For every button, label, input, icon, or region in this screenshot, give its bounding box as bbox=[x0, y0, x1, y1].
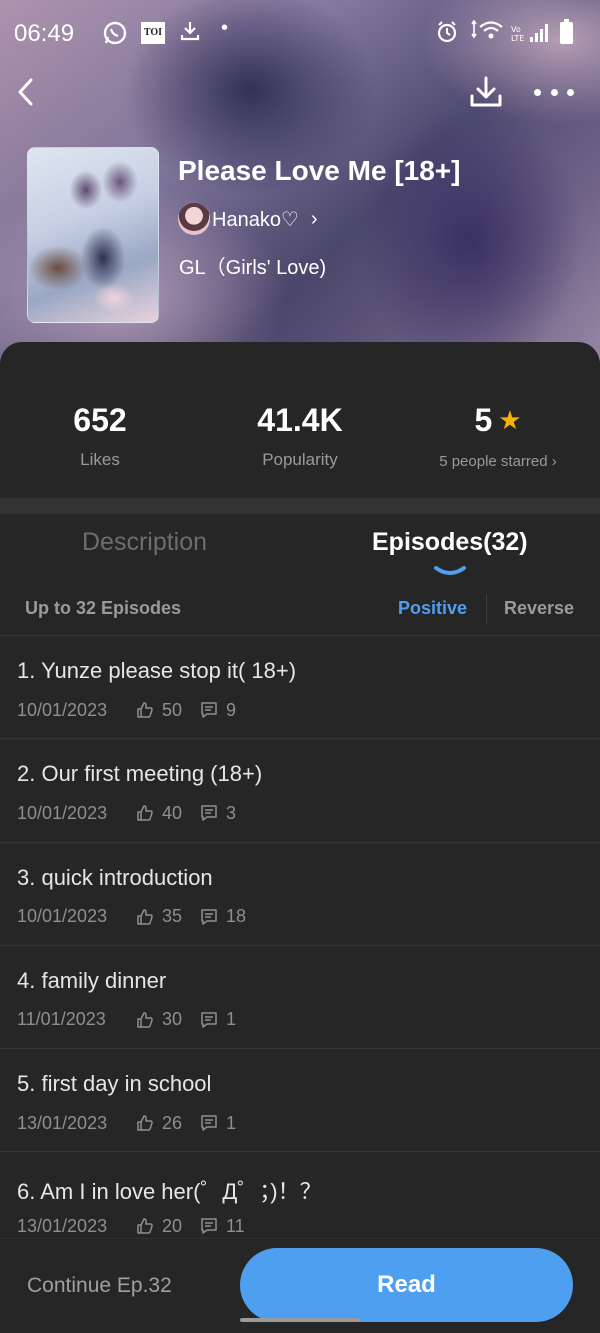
sort-reverse-button[interactable]: Reverse bbox=[504, 598, 574, 619]
tab-active-indicator bbox=[434, 566, 466, 575]
genre-label: GL（Girls' Love) bbox=[179, 257, 327, 279]
home-indicator[interactable] bbox=[240, 1318, 360, 1322]
episode-comments: 1 bbox=[226, 1112, 237, 1133]
episode-title: 6. Am I in love her(゜Д゜；)！？ bbox=[17, 1179, 322, 1205]
episode-comments: 9 bbox=[226, 699, 237, 720]
notification-dot: • bbox=[221, 17, 229, 39]
popularity-stat: 41.4K Popularity bbox=[200, 400, 400, 470]
comment-icon bbox=[201, 805, 217, 822]
comment-icon bbox=[201, 1218, 217, 1235]
status-time: 06:49 bbox=[14, 20, 75, 47]
episode-title: 4. family dinner bbox=[17, 967, 167, 993]
download-icon bbox=[470, 76, 502, 107]
episode-comments: 3 bbox=[226, 802, 237, 823]
episode-title: 5. first day in school bbox=[17, 1071, 212, 1097]
episode-date: 10/01/2023 bbox=[17, 906, 108, 927]
likes-label: Likes bbox=[80, 450, 120, 469]
likes-stat: 652 Likes bbox=[0, 400, 200, 470]
comment-icon bbox=[201, 1115, 217, 1131]
download-button[interactable] bbox=[468, 74, 504, 110]
episode-list: 1. Yunze please stop it( 18+) 10/01/2023… bbox=[0, 635, 600, 1255]
episode-title: 1. Yunze please stop it( 18+) bbox=[17, 658, 297, 683]
thumbs-up-icon bbox=[137, 702, 153, 718]
author-avatar bbox=[178, 203, 210, 235]
likes-value: 652 bbox=[73, 402, 127, 438]
list-item[interactable]: 3. quick introduction 10/01/2023 35 18 bbox=[0, 841, 600, 945]
toi-icon: TOI bbox=[141, 22, 165, 44]
comment-icon bbox=[201, 702, 217, 718]
episode-title: 2. Our first meeting (18+) bbox=[17, 761, 263, 787]
chevron-left-icon bbox=[18, 78, 33, 106]
episode-comments: 11 bbox=[226, 1215, 245, 1236]
cover-image[interactable] bbox=[27, 147, 159, 323]
list-item[interactable]: 1. Yunze please stop it( 18+) 10/01/2023… bbox=[0, 635, 600, 738]
episode-likes: 20 bbox=[162, 1215, 183, 1236]
comic-title: Please Love Me [18+] bbox=[178, 155, 461, 186]
tab-description[interactable]: Description bbox=[82, 528, 207, 564]
episode-date: 10/01/2023 bbox=[17, 699, 108, 720]
more-dot-icon bbox=[567, 88, 574, 96]
thumbs-up-icon bbox=[137, 1115, 153, 1131]
list-item[interactable]: 4. family dinner 11/01/2023 30 1 bbox=[0, 944, 600, 1048]
wifi-icon bbox=[470, 19, 504, 48]
episode-comments: 18 bbox=[226, 906, 247, 927]
rating-value: 5 bbox=[474, 402, 493, 438]
episode-date: 11/01/2023 bbox=[17, 1009, 106, 1030]
chevron-right-icon: › bbox=[310, 207, 318, 230]
episode-likes: 40 bbox=[162, 802, 183, 823]
list-item[interactable]: 5. first day in school 13/01/2023 26 1 bbox=[0, 1048, 600, 1151]
sort-separator bbox=[486, 594, 487, 624]
episode-likes: 35 bbox=[162, 906, 183, 927]
episode-count-label: Up to 32 Episodes bbox=[25, 598, 182, 618]
episode-comments: 1 bbox=[226, 1009, 237, 1030]
comment-icon bbox=[201, 908, 217, 925]
rating-stat[interactable]: 5 ★ 5 people starred › bbox=[398, 400, 598, 470]
episode-likes: 30 bbox=[162, 1009, 183, 1030]
section-divider bbox=[0, 498, 600, 514]
read-button[interactable]: Read bbox=[240, 1248, 573, 1322]
comment-icon bbox=[201, 1012, 217, 1028]
more-dot-icon bbox=[534, 88, 541, 96]
tab-episodes[interactable]: Episodes(32) bbox=[372, 528, 528, 564]
continue-reading-link[interactable]: Continue Ep.32 bbox=[27, 1274, 172, 1298]
svg-text:LTE: LTE bbox=[511, 34, 524, 42]
list-item[interactable]: 2. Our first meeting (18+) 10/01/2023 40… bbox=[0, 738, 600, 841]
signal-icon bbox=[530, 24, 550, 42]
svg-text:Vo: Vo bbox=[511, 25, 521, 34]
thumbs-up-icon bbox=[137, 805, 153, 822]
back-button[interactable] bbox=[10, 74, 46, 110]
episode-date: 10/01/2023 bbox=[17, 802, 108, 823]
episode-likes: 50 bbox=[162, 699, 183, 720]
alarm-icon bbox=[436, 20, 458, 50]
download-icon bbox=[180, 20, 200, 48]
episode-likes: 26 bbox=[162, 1112, 183, 1133]
star-icon: ★ bbox=[498, 405, 522, 435]
episode-date: 13/01/2023 bbox=[17, 1112, 108, 1133]
thumbs-up-icon bbox=[137, 1218, 153, 1235]
thumbs-up-icon bbox=[137, 908, 153, 925]
episode-date: 13/01/2023 bbox=[17, 1215, 108, 1236]
author-name: Hanako♡ bbox=[212, 208, 299, 231]
author-link[interactable]: Hanako♡ › bbox=[178, 202, 318, 236]
popularity-value: 41.4K bbox=[257, 402, 343, 438]
sort-positive-button[interactable]: Positive bbox=[398, 598, 467, 619]
more-dot-icon bbox=[550, 88, 558, 96]
episode-title: 3. quick introduction bbox=[17, 864, 213, 890]
battery-icon bbox=[560, 19, 573, 44]
whatsapp-icon bbox=[102, 20, 128, 52]
status-bar: 06:49 TOI • Vo LTE bbox=[0, 0, 600, 66]
rating-label: 5 people starred › bbox=[439, 453, 557, 470]
volte-icon: Vo LTE bbox=[510, 24, 524, 44]
more-options-button[interactable] bbox=[534, 80, 574, 104]
thumbs-up-icon bbox=[137, 1012, 153, 1028]
popularity-label: Popularity bbox=[262, 450, 338, 469]
